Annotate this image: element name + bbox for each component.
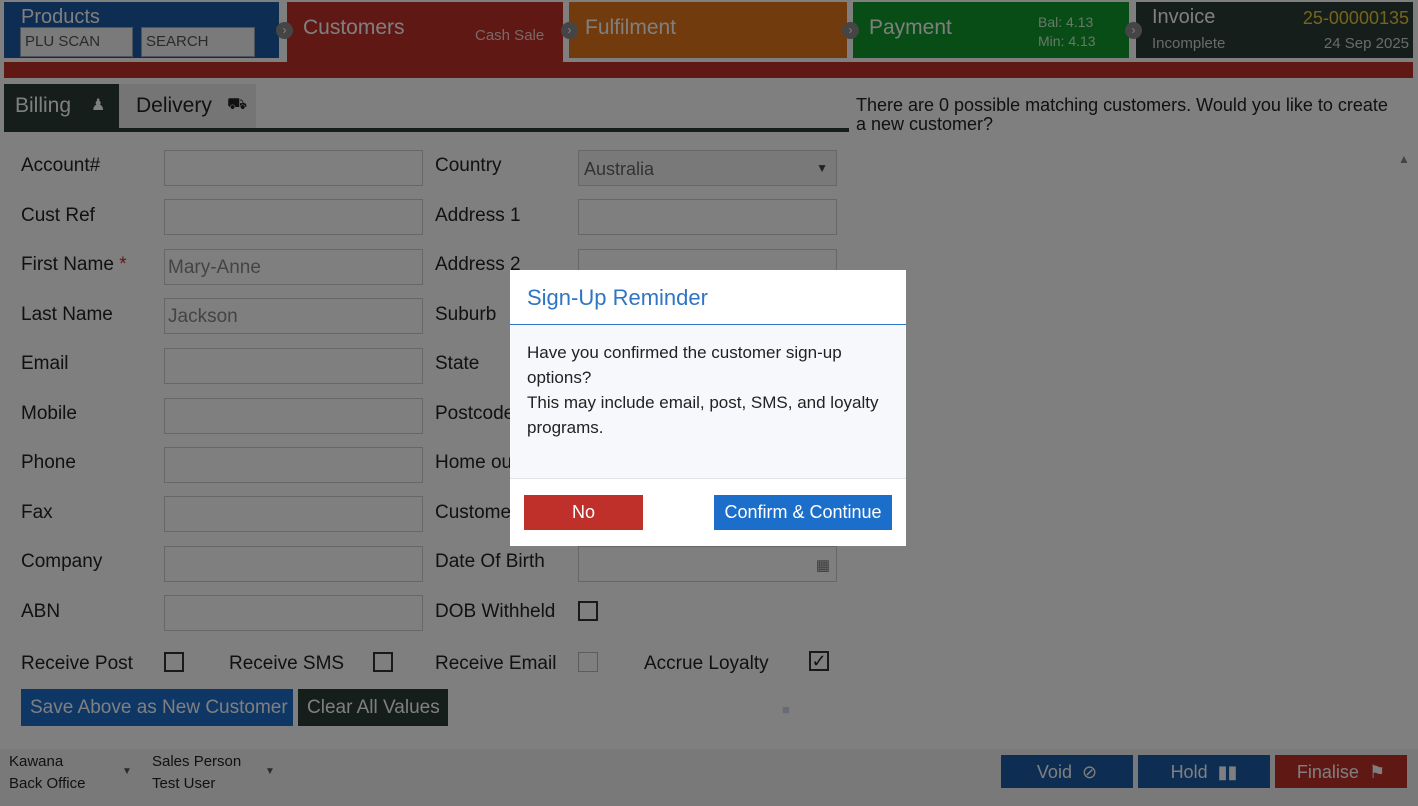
confirm-continue-button[interactable]: Confirm & Continue (714, 495, 892, 530)
modal-title: Sign-Up Reminder (527, 285, 708, 310)
modal-message-1: Have you confirmed the customer sign-up … (527, 343, 842, 387)
sign-up-reminder-dialog: Sign-Up Reminder Have you confirmed the … (510, 270, 906, 546)
no-button[interactable]: No (524, 495, 643, 530)
modal-header: Sign-Up Reminder (510, 270, 906, 325)
modal-message-2: This may include email, post, SMS, and l… (527, 393, 879, 437)
modal-body: Have you confirmed the customer sign-up … (510, 325, 906, 479)
